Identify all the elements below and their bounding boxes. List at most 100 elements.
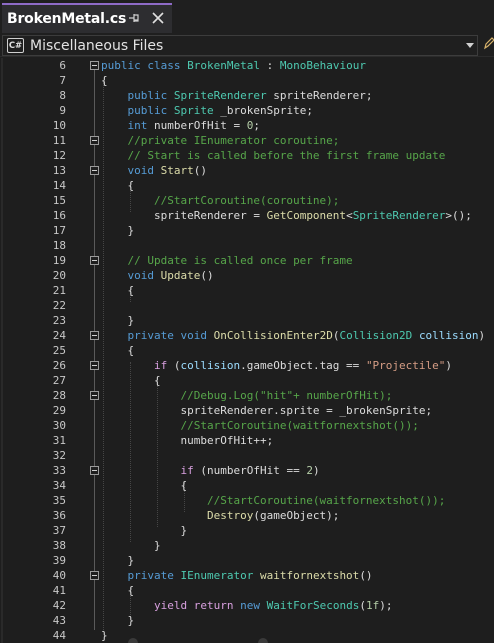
- code-text: (): [200, 269, 214, 282]
- collapse-icon[interactable]: [90, 166, 99, 175]
- code-line[interactable]: 44}: [0, 628, 494, 643]
- code-text: (gameObject);: [253, 509, 340, 522]
- code-text: >();: [445, 209, 472, 222]
- line-number: 27: [52, 374, 66, 387]
- code-line[interactable]: 15 //StartCoroutine(coroutine);: [0, 193, 494, 208]
- line-number: 42: [52, 599, 66, 612]
- line-number: 28: [52, 389, 66, 402]
- line-number: 30: [52, 419, 66, 432]
- collapse-icon[interactable]: [90, 61, 99, 70]
- line-number: 22: [52, 299, 66, 312]
- collapse-icon[interactable]: [90, 256, 99, 265]
- code-content: //StartCoroutine(waitfornextshot());: [101, 418, 419, 433]
- code-text: (): [193, 164, 207, 177]
- type-token: IEnumerator: [180, 569, 254, 582]
- collapse-icon[interactable]: [90, 571, 99, 580]
- code-line[interactable]: 42 yield return new WaitForSeconds(1f);: [0, 598, 494, 613]
- document-tab[interactable]: BrokenMetal.cs: [2, 3, 172, 33]
- code-text: {: [101, 374, 161, 387]
- collapse-icon[interactable]: [90, 331, 99, 340]
- code-text: ): [312, 464, 320, 477]
- code-content: spriteRenderer = GetComponent<SpriteRend…: [101, 208, 472, 223]
- code-editor[interactable]: 6 public class BrokenMetal : MonoBehaviou…: [0, 58, 494, 643]
- code-line[interactable]: 37 }: [0, 523, 494, 538]
- code-line[interactable]: 14 {: [0, 178, 494, 193]
- code-line[interactable]: 10 int numberOfHit = 0;: [0, 118, 494, 133]
- code-line[interactable]: 19 // Update is called once per frame: [0, 253, 494, 268]
- code-text: spriteRenderer;: [266, 89, 373, 102]
- collapse-icon[interactable]: [90, 361, 99, 370]
- line-number: 31: [52, 434, 66, 447]
- code-line[interactable]: 26 if (collision.gameObject.tag == "Proj…: [0, 358, 494, 373]
- code-line[interactable]: 6 public class BrokenMetal : MonoBehaviou…: [0, 58, 494, 73]
- code-text: {: [101, 284, 135, 297]
- code-text: :: [259, 59, 280, 72]
- code-line[interactable]: 18: [0, 238, 494, 253]
- chevron-down-icon[interactable]: [466, 43, 474, 48]
- code-line[interactable]: 28 //Debug.Log("hit"+ numberOfHit);: [0, 388, 494, 403]
- code-line[interactable]: 17 }: [0, 223, 494, 238]
- code-line[interactable]: 13 void Start(): [0, 163, 494, 178]
- keyword-token: private: [127, 329, 174, 342]
- code-line[interactable]: 29 spriteRenderer.sprite = _brokenSprite…: [0, 403, 494, 418]
- code-line[interactable]: 7{: [0, 73, 494, 88]
- code-line[interactable]: 11 //private IEnumerator coroutine;: [0, 133, 494, 148]
- number-token: 1f: [365, 599, 380, 612]
- code-line[interactable]: 27 {: [0, 373, 494, 388]
- code-text: numberOfHit =: [147, 119, 247, 132]
- code-content: public Sprite _brokenSprite;: [101, 103, 313, 118]
- code-line[interactable]: 35 //StartCoroutine(waitfornextshot());: [0, 493, 494, 508]
- code-line[interactable]: 25 {: [0, 343, 494, 358]
- code-line[interactable]: 16 spriteRenderer = GetComponent<SpriteR…: [0, 208, 494, 223]
- code-line[interactable]: 36 Destroy(gameObject);: [0, 508, 494, 523]
- code-line[interactable]: 32: [0, 448, 494, 463]
- code-text: spriteRenderer =: [101, 209, 267, 222]
- code-line[interactable]: 31 numberOfHit++;: [0, 433, 494, 448]
- code-line[interactable]: 38 }: [0, 538, 494, 553]
- code-text: }: [101, 539, 161, 552]
- code-line[interactable]: 20 void Update(): [0, 268, 494, 283]
- code-line[interactable]: 8 public SpriteRenderer spriteRenderer;: [0, 88, 494, 103]
- code-content: private IEnumerator waitfornextshot(): [101, 568, 373, 583]
- code-line[interactable]: 24 private void OnCollisionEnter2D(Colli…: [0, 328, 494, 343]
- code-content: void Start(): [101, 163, 208, 178]
- code-line[interactable]: 23 }: [0, 313, 494, 328]
- code-line[interactable]: 12 // Start is called before the first f…: [0, 148, 494, 163]
- type-token: MonoBehaviour: [279, 59, 366, 72]
- code-line[interactable]: 22: [0, 298, 494, 313]
- line-number: 33: [52, 464, 66, 477]
- code-line[interactable]: 43 }: [0, 613, 494, 628]
- code-line[interactable]: 41 {: [0, 583, 494, 598]
- comment-token: //StartCoroutine(waitfornextshot());: [180, 419, 419, 432]
- collapse-icon[interactable]: [90, 391, 99, 400]
- pencil-icon[interactable]: [483, 36, 494, 50]
- close-icon[interactable]: [151, 11, 165, 25]
- code-line[interactable]: 33 if (numberOfHit == 2): [0, 463, 494, 478]
- code-line[interactable]: 39 }: [0, 553, 494, 568]
- collapse-icon[interactable]: [90, 466, 99, 475]
- method-token: Start: [160, 164, 194, 177]
- line-number: 7: [59, 74, 66, 87]
- code-line[interactable]: 40 private IEnumerator waitfornextshot(): [0, 568, 494, 583]
- code-line[interactable]: 21 {: [0, 283, 494, 298]
- collapse-icon[interactable]: [90, 136, 99, 145]
- code-content: public SpriteRenderer spriteRenderer;: [101, 88, 373, 103]
- code-content: yield return new WaitForSeconds(1f);: [101, 598, 392, 613]
- code-content: if (collision.gameObject.tag == "Project…: [101, 358, 452, 373]
- code-line[interactable]: 9 public Sprite _brokenSprite;: [0, 103, 494, 118]
- line-number: 10: [52, 119, 66, 132]
- pin-icon[interactable]: [127, 11, 141, 25]
- code-line[interactable]: 30 //StartCoroutine(waitfornextshot());: [0, 418, 494, 433]
- code-line[interactable]: 34 {: [0, 478, 494, 493]
- code-content: spriteRenderer.sprite = _brokenSprite;: [101, 403, 432, 418]
- code-text: }: [101, 224, 135, 237]
- control-token: yield: [153, 599, 188, 612]
- code-content: numberOfHit++;: [101, 433, 273, 448]
- project-scope-dropdown[interactable]: C# Miscellaneous Files: [2, 35, 478, 56]
